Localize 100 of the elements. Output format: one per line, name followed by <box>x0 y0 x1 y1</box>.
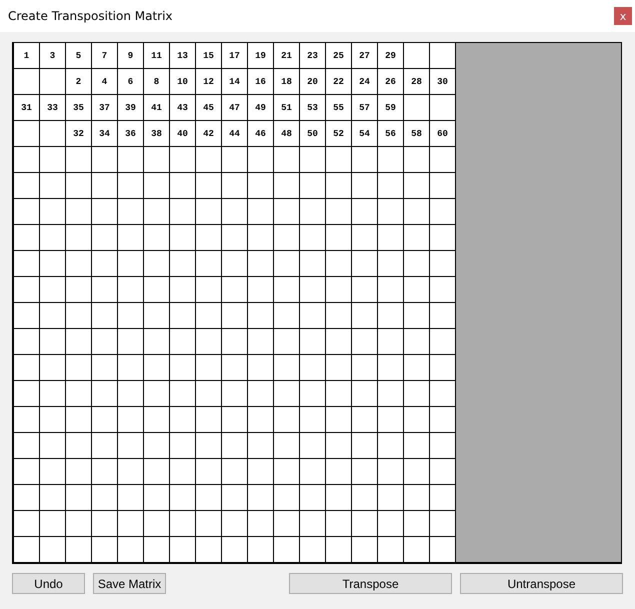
matrix-cell[interactable] <box>326 199 352 225</box>
matrix-cell[interactable]: 59 <box>378 95 404 121</box>
matrix-cell[interactable] <box>118 485 144 511</box>
matrix-cell[interactable] <box>222 511 248 537</box>
matrix-cell[interactable]: 12 <box>196 69 222 95</box>
matrix-cell[interactable]: 32 <box>66 121 92 147</box>
close-button[interactable]: x <box>614 7 632 25</box>
matrix-cell[interactable] <box>274 355 300 381</box>
matrix-cell[interactable]: 60 <box>430 121 455 147</box>
matrix-cell[interactable] <box>352 355 378 381</box>
matrix-cell[interactable] <box>300 381 326 407</box>
matrix-cell[interactable] <box>13 121 40 147</box>
matrix-cell[interactable] <box>352 407 378 433</box>
matrix-cell[interactable] <box>66 459 92 485</box>
matrix-cell[interactable] <box>144 277 170 303</box>
matrix-cell[interactable] <box>404 355 430 381</box>
matrix-cell[interactable] <box>222 225 248 251</box>
matrix-cell[interactable] <box>13 199 40 225</box>
matrix-cell[interactable] <box>274 277 300 303</box>
matrix-cell[interactable] <box>92 199 118 225</box>
matrix-cell[interactable] <box>352 537 378 563</box>
matrix-cell[interactable] <box>274 459 300 485</box>
matrix-cell[interactable] <box>92 173 118 199</box>
matrix-cell[interactable]: 13 <box>170 43 196 69</box>
matrix-cell[interactable] <box>352 381 378 407</box>
matrix-cell[interactable]: 22 <box>326 69 352 95</box>
matrix-cell[interactable] <box>13 69 40 95</box>
matrix-cell[interactable]: 18 <box>274 69 300 95</box>
matrix-cell[interactable] <box>40 459 66 485</box>
matrix-cell[interactable] <box>196 537 222 563</box>
matrix-cell[interactable]: 2 <box>66 69 92 95</box>
matrix-cell[interactable] <box>196 355 222 381</box>
matrix-cell[interactable] <box>404 225 430 251</box>
matrix-cell[interactable] <box>118 199 144 225</box>
matrix-cell[interactable]: 16 <box>248 69 274 95</box>
matrix-cell[interactable] <box>13 225 40 251</box>
matrix-cell[interactable] <box>170 537 196 563</box>
matrix-cell[interactable] <box>300 277 326 303</box>
matrix-cell[interactable]: 34 <box>92 121 118 147</box>
matrix-cell[interactable] <box>13 381 40 407</box>
matrix-cell[interactable] <box>66 407 92 433</box>
matrix-cell[interactable] <box>170 355 196 381</box>
matrix-cell[interactable] <box>118 173 144 199</box>
matrix-cell[interactable] <box>144 485 170 511</box>
matrix-cell[interactable] <box>92 251 118 277</box>
matrix-cell[interactable] <box>222 381 248 407</box>
matrix-cell[interactable]: 54 <box>352 121 378 147</box>
matrix-cell[interactable] <box>66 381 92 407</box>
matrix-cell[interactable]: 10 <box>170 69 196 95</box>
matrix-cell[interactable]: 46 <box>248 121 274 147</box>
matrix-cell[interactable] <box>13 511 40 537</box>
matrix-cell[interactable] <box>352 225 378 251</box>
matrix-cell[interactable] <box>378 433 404 459</box>
matrix-cell[interactable] <box>92 225 118 251</box>
matrix-cell[interactable] <box>300 511 326 537</box>
matrix-cell[interactable] <box>92 407 118 433</box>
matrix-cell[interactable] <box>196 147 222 173</box>
matrix-cell[interactable] <box>196 173 222 199</box>
matrix-cell[interactable] <box>144 407 170 433</box>
matrix-cell[interactable] <box>248 225 274 251</box>
matrix-cell[interactable] <box>326 537 352 563</box>
matrix-cell[interactable] <box>40 485 66 511</box>
matrix-cell[interactable]: 50 <box>300 121 326 147</box>
matrix-cell[interactable] <box>66 303 92 329</box>
matrix-cell[interactable] <box>300 355 326 381</box>
matrix-cell[interactable] <box>13 251 40 277</box>
matrix-cell[interactable] <box>378 251 404 277</box>
matrix-cell[interactable] <box>326 225 352 251</box>
matrix-cell[interactable] <box>222 485 248 511</box>
matrix-cell[interactable]: 6 <box>118 69 144 95</box>
matrix-cell[interactable] <box>274 329 300 355</box>
matrix-cell[interactable] <box>170 329 196 355</box>
matrix-cell[interactable]: 35 <box>66 95 92 121</box>
matrix-cell[interactable] <box>326 407 352 433</box>
matrix-cell[interactable] <box>170 511 196 537</box>
matrix-cell[interactable] <box>326 329 352 355</box>
matrix-cell[interactable] <box>352 147 378 173</box>
matrix-cell[interactable] <box>40 173 66 199</box>
matrix-cell[interactable] <box>40 381 66 407</box>
matrix-cell[interactable] <box>13 303 40 329</box>
matrix-cell[interactable] <box>404 511 430 537</box>
matrix-cell[interactable] <box>40 329 66 355</box>
matrix-cell[interactable] <box>118 251 144 277</box>
matrix-cell[interactable] <box>300 459 326 485</box>
matrix-cell[interactable] <box>378 485 404 511</box>
matrix-cell[interactable] <box>40 225 66 251</box>
matrix-cell[interactable] <box>404 173 430 199</box>
matrix-cell[interactable] <box>378 303 404 329</box>
matrix-cell[interactable]: 33 <box>40 95 66 121</box>
matrix-cell[interactable] <box>352 485 378 511</box>
matrix-cell[interactable] <box>13 537 40 563</box>
matrix-cell[interactable] <box>222 329 248 355</box>
matrix-cell[interactable] <box>300 225 326 251</box>
matrix-cell[interactable] <box>196 329 222 355</box>
matrix-cell[interactable] <box>118 407 144 433</box>
matrix-cell[interactable] <box>144 511 170 537</box>
matrix-cell[interactable] <box>196 407 222 433</box>
matrix-cell[interactable] <box>92 485 118 511</box>
matrix-cell[interactable] <box>274 251 300 277</box>
matrix-cell[interactable] <box>352 459 378 485</box>
